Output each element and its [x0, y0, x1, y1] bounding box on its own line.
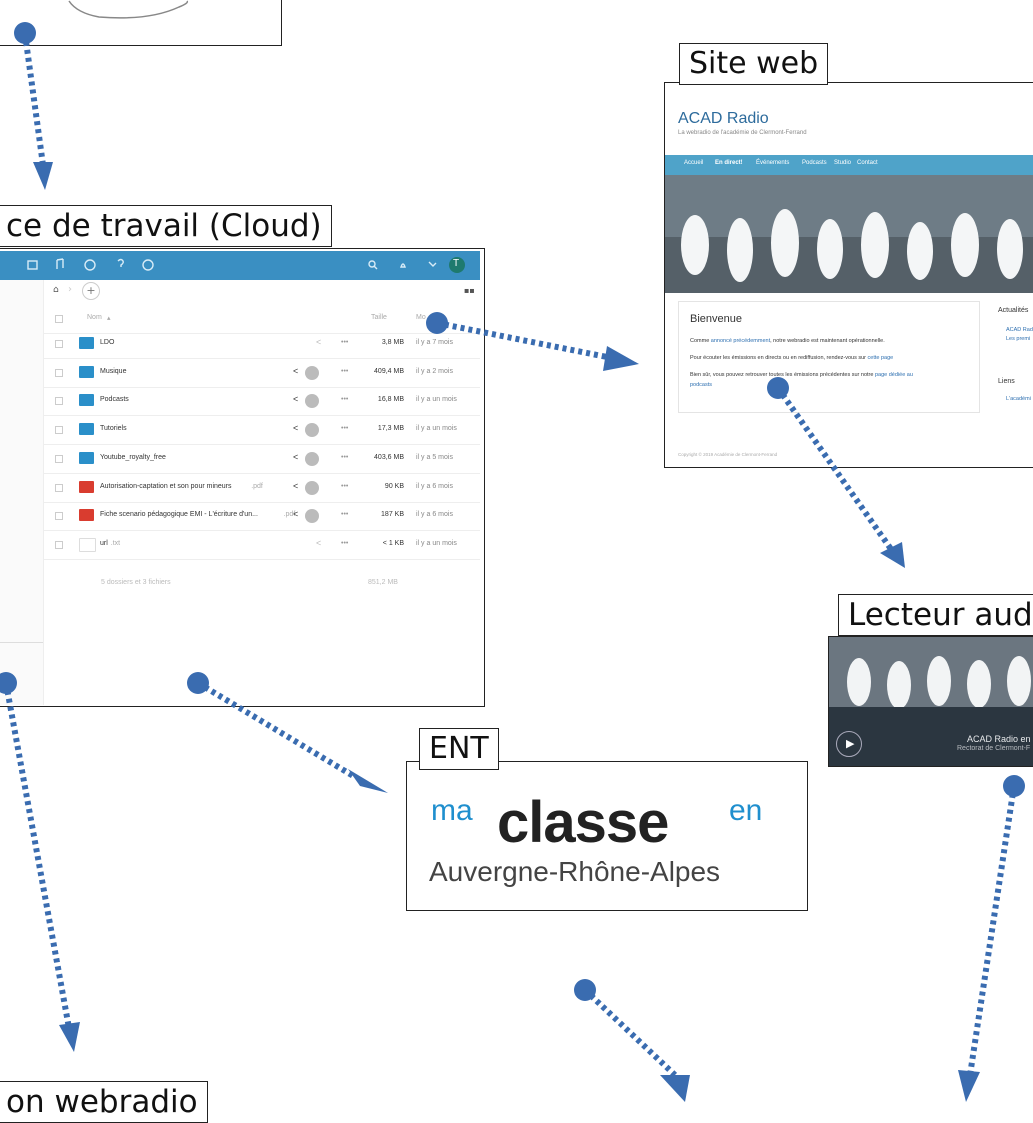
arrow-origin-6 [574, 979, 596, 1001]
arrow-origin-1 [14, 22, 36, 44]
arrowhead-3 [880, 542, 905, 568]
arrowhead-4 [59, 1022, 80, 1052]
arrow-origin-5 [187, 672, 209, 694]
arrow-origin-2 [426, 312, 448, 334]
arrow-origin-4 [0, 672, 17, 694]
arrow-ent-to-next [582, 987, 678, 1078]
arrowhead-6 [660, 1075, 690, 1102]
arrowhead-5 [348, 769, 388, 793]
arrowhead-2 [603, 346, 639, 371]
arrow-sketch-to-workspace [22, 33, 46, 166]
arrowhead-1 [33, 162, 53, 190]
arrowhead-7 [958, 1070, 980, 1102]
arrow-player-to-next [967, 785, 1017, 1076]
arrow-origin-3 [767, 377, 789, 399]
arrow-workspace-to-ent [196, 680, 357, 780]
arrows-layer [0, 22, 1025, 1102]
arrow-site-to-player [775, 386, 896, 554]
arrow-workspace-to-emission [3, 682, 72, 1029]
arrow-workspace-to-site [436, 320, 613, 361]
arrow-origin-7 [1003, 775, 1025, 797]
